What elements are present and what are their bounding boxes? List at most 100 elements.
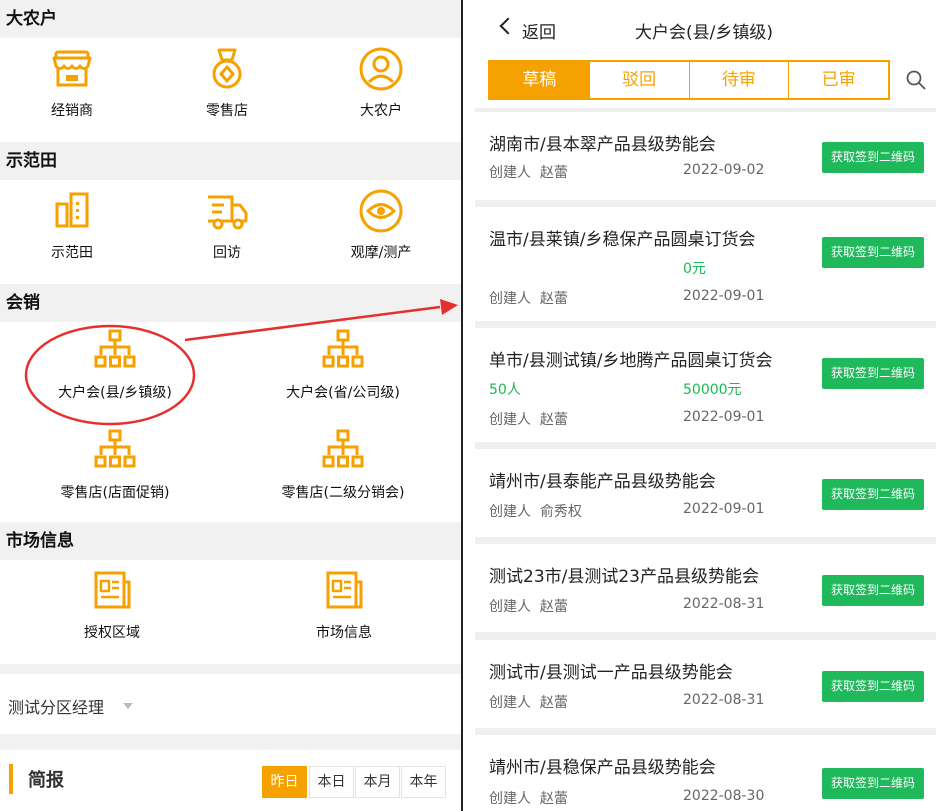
brief-title: 简报	[28, 770, 64, 791]
get-qr-code-button[interactable]: 获取签到二维码	[822, 671, 924, 702]
creator-name: 赵蕾	[539, 695, 568, 711]
get-qr-code-button[interactable]: 获取签到二维码	[822, 575, 924, 606]
grid-item-label: 示范田	[51, 245, 93, 261]
status-tabs-bar: 草稿 驳回 待审 已审	[475, 58, 936, 108]
list-item[interactable]: 测试23市/县测试23产品县级势能会 创建人 赵蕾 2022-08-31 获取签…	[475, 544, 936, 632]
record-title: 温市/县莱镇/乡稳保产品圆桌订货会	[489, 230, 756, 250]
truck-icon	[208, 195, 248, 230]
section-market: 授权区域 市场信息	[0, 560, 461, 664]
grid-item-label: 大农户	[360, 103, 402, 119]
record-title: 测试市/县测试一产品县级势能会	[489, 663, 733, 683]
grid-item-label: 授权区域	[84, 625, 140, 641]
get-qr-code-button[interactable]: 获取签到二维码	[822, 142, 924, 173]
back-chevron-icon[interactable]	[499, 17, 517, 35]
grid-item-authorized-area[interactable]: 授权区域	[66, 568, 158, 642]
creator-label: 创建人 俞秀权	[489, 501, 582, 521]
tab-pending[interactable]: 待审	[688, 62, 789, 98]
section-meetings: 大户会(县/乡镇级) 大户会(省/公司级) 零售店(店面促销) 零售店(二级分销…	[0, 322, 461, 522]
section-big-farmer: 经销商 零售店 大农户	[0, 38, 461, 142]
tab-rejected[interactable]: 驳回	[588, 62, 689, 98]
grid-item-label: 市场信息	[316, 625, 372, 641]
creator-name: 赵蕾	[539, 291, 568, 307]
document-icon	[94, 571, 131, 609]
hierarchy-icon	[94, 329, 136, 368]
creator-label: 创建人 赵蕾	[489, 288, 568, 308]
get-qr-code-button[interactable]: 获取签到二维码	[822, 237, 924, 268]
section-accent-bar	[9, 764, 13, 794]
get-qr-code-button[interactable]: 获取签到二维码	[822, 358, 924, 389]
grid-item-province-meeting[interactable]: 大户会(省/公司级)	[268, 328, 418, 402]
creator-caption: 创建人	[489, 791, 531, 807]
tab-draft[interactable]: 草稿	[490, 62, 589, 98]
left-panel: 大农户 经销商 零售店 大农户 示范田 示范田 回访 观摩/测产 会销 大户会(…	[0, 0, 461, 811]
record-date: 2022-08-31	[683, 596, 765, 612]
record-amount: 50000元	[683, 382, 742, 398]
record-date: 2022-09-02	[683, 162, 765, 178]
hierarchy-icon	[322, 329, 364, 368]
record-title: 靖州市/县稳保产品县级势能会	[489, 758, 716, 778]
creator-caption: 创建人	[489, 695, 531, 711]
creator-label: 创建人 赵蕾	[489, 162, 568, 182]
grid-item-secondary-distribution[interactable]: 零售店(二级分销会)	[268, 428, 418, 502]
dropdown-caret-icon	[123, 703, 133, 709]
medal-icon	[212, 48, 242, 89]
grid-item-demo-field[interactable]: 示范田	[30, 188, 114, 262]
tab-approved[interactable]: 已审	[788, 62, 888, 98]
record-date: 2022-08-30	[683, 788, 765, 804]
back-button[interactable]: 返回	[522, 18, 556, 43]
divider-line	[461, 0, 463, 811]
list-item[interactable]: 测试市/县测试一产品县级势能会 创建人 赵蕾 2022-08-31 获取签到二维…	[475, 640, 936, 728]
period-today[interactable]: 本日	[309, 766, 354, 798]
list-item[interactable]: 单市/县测试镇/乡地腾产品圆桌订货会 50人 50000元 创建人 赵蕾 202…	[475, 328, 936, 442]
record-amount: 0元	[683, 261, 706, 277]
grid-item-label: 零售店	[206, 103, 248, 119]
grid-item-dealer[interactable]: 经销商	[30, 46, 114, 120]
grid-item-store-promotion[interactable]: 零售店(店面促销)	[40, 428, 190, 502]
record-title: 湖南市/县本翠产品县级势能会	[489, 135, 716, 155]
creator-caption: 创建人	[489, 412, 531, 428]
list-item[interactable]: 温市/县莱镇/乡稳保产品圆桌订货会 0元 创建人 赵蕾 2022-09-01 获…	[475, 207, 936, 321]
nav-bar: 返回 大户会(县/乡镇级)	[475, 0, 936, 58]
brief-panel: 简报 昨日 本日 本月 本年	[0, 750, 461, 811]
grid-item-retail-store[interactable]: 零售店	[185, 46, 269, 120]
manager-filter-label: 测试分区经理	[8, 698, 105, 717]
creator-label: 创建人 赵蕾	[489, 788, 568, 808]
record-date: 2022-09-01	[683, 288, 765, 304]
grid-item-county-meeting[interactable]: 大户会(县/乡镇级)	[40, 328, 190, 402]
grid-item-label: 零售店(二级分销会)	[281, 485, 405, 501]
section-demo-field: 示范田 回访 观摩/测产	[0, 180, 461, 284]
status-tabs: 草稿 驳回 待审 已审	[488, 60, 890, 100]
grid-item-label: 观摩/测产	[350, 245, 412, 261]
creator-caption: 创建人	[489, 291, 531, 307]
list-item[interactable]: 靖州市/县泰能产品县级势能会 创建人 俞秀权 2022-09-01 获取签到二维…	[475, 449, 936, 537]
record-people: 50人	[489, 382, 521, 398]
grid-item-label: 零售店(店面促销)	[60, 485, 170, 501]
screenshot-divider	[461, 0, 475, 811]
creator-name: 赵蕾	[539, 165, 568, 181]
record-date: 2022-09-01	[683, 409, 765, 425]
grid-item-market-info[interactable]: 市场信息	[298, 568, 390, 642]
grid-item-big-farmer[interactable]: 大农户	[339, 46, 423, 120]
creator-name: 赵蕾	[539, 791, 568, 807]
grid-item-observe-measure[interactable]: 观摩/测产	[329, 188, 433, 262]
grid-item-label: 回访	[213, 245, 241, 261]
grid-item-label: 大户会(省/公司级)	[286, 385, 400, 401]
grid-item-revisit[interactable]: 回访	[185, 188, 269, 262]
creator-name: 赵蕾	[539, 599, 568, 615]
period-yesterday[interactable]: 昨日	[262, 766, 307, 798]
get-qr-code-button[interactable]: 获取签到二维码	[822, 479, 924, 510]
period-this-year[interactable]: 本年	[401, 766, 446, 798]
store-icon	[52, 50, 92, 87]
section-header-demo-field: 示范田	[0, 142, 461, 180]
search-icon[interactable]	[906, 70, 926, 90]
period-this-month[interactable]: 本月	[355, 766, 400, 798]
creator-label: 创建人 赵蕾	[489, 409, 568, 429]
get-qr-code-button[interactable]: 获取签到二维码	[822, 768, 924, 799]
list-item[interactable]: 湖南市/县本翠产品县级势能会 创建人 赵蕾 2022-09-02 获取签到二维码	[475, 112, 936, 200]
manager-filter-dropdown[interactable]: 测试分区经理	[0, 674, 461, 734]
creator-label: 创建人 赵蕾	[489, 692, 568, 712]
record-title: 测试23市/县测试23产品县级势能会	[489, 567, 759, 587]
grid-item-label: 经销商	[51, 103, 93, 119]
page-title: 大户会(县/乡镇级)	[635, 23, 773, 43]
list-item[interactable]: 靖州市/县稳保产品县级势能会 创建人 赵蕾 2022-08-30 获取签到二维码	[475, 735, 936, 811]
